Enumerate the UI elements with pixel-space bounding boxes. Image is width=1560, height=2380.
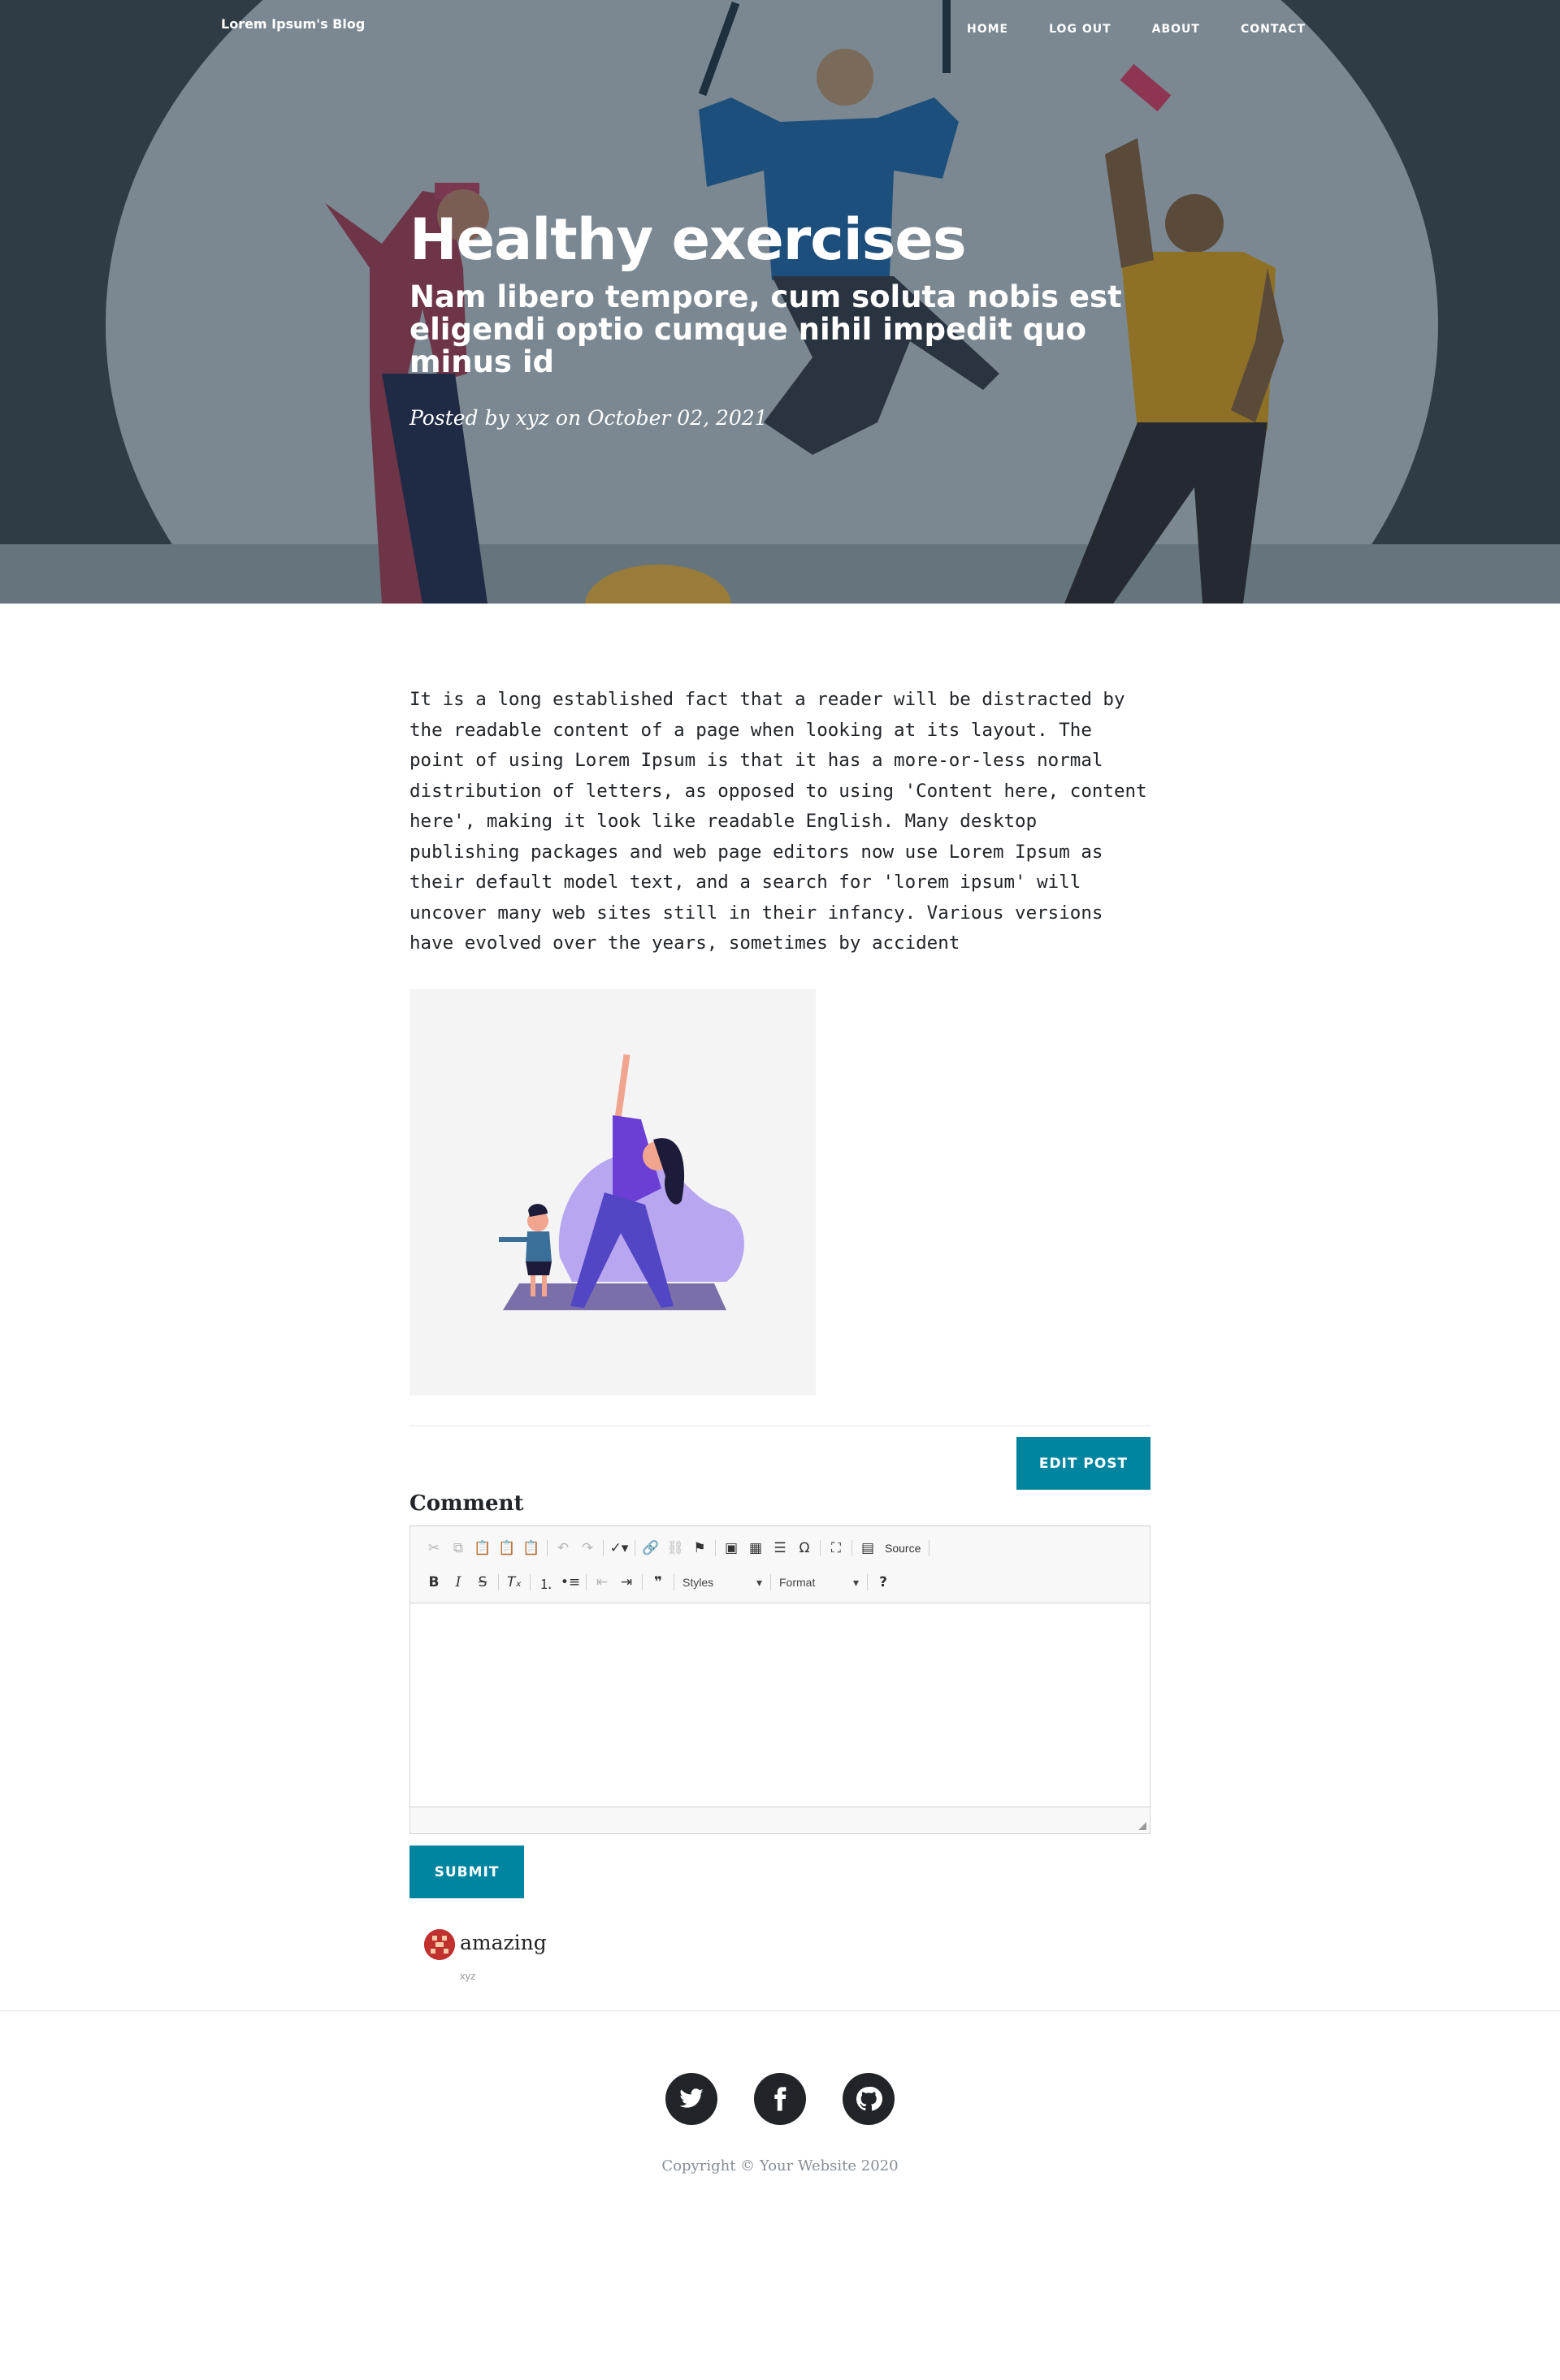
twitter-link[interactable] (665, 2073, 717, 2125)
toolbar-row-1: ✂ ⧉ 📋 📋 📋 ↶ ↷ ✓▾ 🔗 ⛓ ⚑ ▣ ▦ ☰ Ω ⛶ ▤ Sourc… (422, 1536, 933, 1560)
horizontal-line-icon[interactable]: ☰ (768, 1538, 792, 1559)
table-icon[interactable]: ▦ (743, 1538, 768, 1559)
facebook-icon (774, 2087, 786, 2111)
nav-contact-link[interactable]: CONTACT (1241, 23, 1306, 36)
unlink-icon[interactable]: ⛓ (663, 1538, 687, 1559)
styles-dropdown-label: Styles (682, 1576, 714, 1589)
yoga-illustration (499, 1054, 744, 1310)
comment-label: Comment (410, 1491, 524, 1516)
strikethrough-icon[interactable]: S (470, 1572, 495, 1593)
post-body-text: It is a long established fact that a rea… (410, 689, 1147, 954)
navbar-brand[interactable]: Lorem Ipsum's Blog (221, 16, 365, 32)
source-button-label[interactable]: Source (880, 1542, 925, 1555)
undo-icon[interactable]: ↶ (551, 1538, 575, 1559)
help-icon[interactable]: ? (871, 1572, 895, 1593)
editor-toolbar: ✂ ⧉ 📋 📋 📋 ↶ ↷ ✓▾ 🔗 ⛓ ⚑ ▣ ▦ ☰ Ω ⛶ ▤ Sourc… (410, 1526, 1150, 1603)
paste-text-icon[interactable]: 📋 (495, 1538, 519, 1559)
post-title: Healthy exercises (410, 206, 967, 273)
bold-icon[interactable]: B (422, 1572, 446, 1593)
remove-format-icon[interactable]: Tₓ (502, 1572, 526, 1593)
outdent-icon[interactable]: ⇤ (590, 1572, 614, 1593)
post-meta: Posted by xyz on October 02, 2021 (410, 406, 768, 430)
post-content: It is a long established fact that a rea… (410, 685, 1150, 959)
post-heading: Healthy exercises Nam libero tempore, cu… (410, 203, 1190, 430)
edit-post-button[interactable]: EDIT POST (1016, 1437, 1150, 1490)
link-icon[interactable]: 🔗 (639, 1538, 663, 1559)
indent-icon[interactable]: ⇥ (614, 1572, 639, 1593)
styles-dropdown[interactable]: Styles ▾ (678, 1573, 767, 1592)
post-header: Lorem Ipsum's Blog HOME LOG OUT ABOUT CO… (0, 0, 1560, 604)
toolbar-row-2: B I S Tₓ ⒈ •≡ ⇤ ⇥ ❞ Styles ▾ Format ▾ ? (422, 1570, 895, 1595)
italic-icon[interactable]: I (446, 1572, 470, 1593)
copy-icon[interactable]: ⧉ (446, 1538, 470, 1559)
spellcheck-icon[interactable]: ✓▾ (607, 1538, 631, 1559)
special-char-icon[interactable]: Ω (792, 1538, 817, 1559)
maximize-icon[interactable]: ⛶ (824, 1538, 848, 1559)
redo-icon[interactable]: ↷ (575, 1538, 600, 1559)
submit-comment-button[interactable]: SUBMIT (410, 1846, 524, 1898)
dropdown-arrow-icon: ▾ (852, 1575, 859, 1589)
nav-logout-link[interactable]: LOG OUT (1049, 23, 1112, 36)
post-image (410, 989, 816, 1396)
source-icon[interactable]: ▤ (856, 1538, 880, 1559)
blockquote-icon[interactable]: ❞ (646, 1572, 670, 1593)
bulleted-list-icon[interactable]: •≡ (558, 1572, 583, 1593)
comment-rich-text-editor[interactable]: ✂ ⧉ 📋 📋 📋 ↶ ↷ ✓▾ 🔗 ⛓ ⚑ ▣ ▦ ☰ Ω ⛶ ▤ Sourc… (410, 1525, 1150, 1834)
cut-icon[interactable]: ✂ (422, 1538, 446, 1559)
numbered-list-icon[interactable]: ⒈ (534, 1572, 558, 1593)
image-icon[interactable]: ▣ (719, 1538, 743, 1559)
editor-text-area[interactable] (410, 1603, 1150, 1807)
copyright-text: Copyright © Your Website 2020 (661, 2157, 899, 2174)
avatar (424, 1929, 455, 1960)
main-nav: HOME LOG OUT ABOUT CONTACT (967, 23, 1346, 36)
github-link[interactable] (843, 2073, 895, 2125)
paste-icon[interactable]: 📋 (470, 1538, 495, 1559)
paste-word-icon[interactable]: 📋 (519, 1538, 544, 1559)
nav-about-link[interactable]: ABOUT (1152, 23, 1200, 36)
format-dropdown-label: Format (779, 1576, 816, 1589)
post-subtitle: Nam libero tempore, cum soluta nobis est… (410, 279, 1122, 379)
facebook-link[interactable] (754, 2073, 806, 2125)
comment-author: xyz (460, 1970, 476, 1982)
nav-home-link[interactable]: HOME (967, 23, 1008, 36)
format-dropdown[interactable]: Format ▾ (774, 1573, 864, 1592)
anchor-flag-icon[interactable]: ⚑ (687, 1538, 712, 1559)
dropdown-arrow-icon: ▾ (756, 1575, 762, 1589)
github-icon (856, 2086, 882, 2111)
comment-text: amazing (460, 1931, 547, 1954)
twitter-icon (679, 2088, 704, 2108)
resize-handle-icon[interactable] (1138, 1822, 1146, 1830)
footer-divider (0, 2010, 1560, 2011)
